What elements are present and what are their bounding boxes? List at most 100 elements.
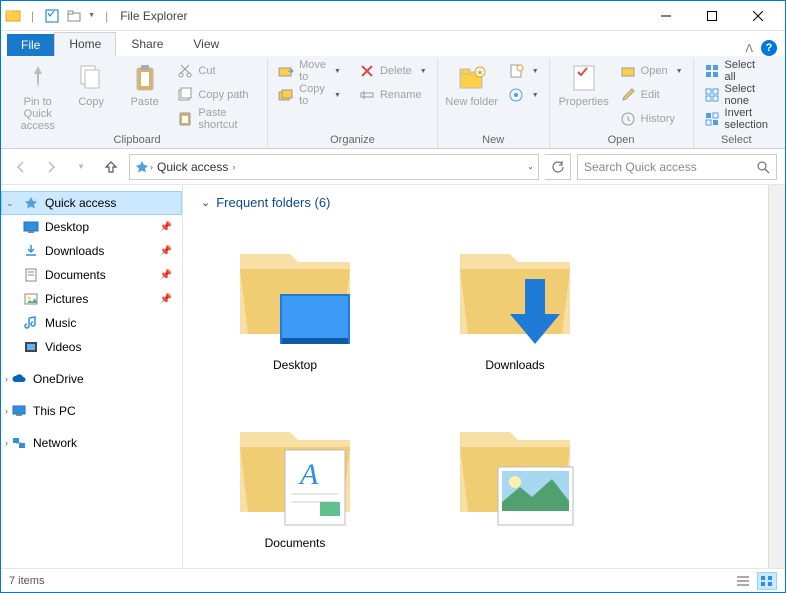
invert-selection-button[interactable]: Invert selection xyxy=(700,108,773,130)
folder-tile-downloads[interactable]: Downloads xyxy=(435,224,595,372)
sidebar-item-pictures[interactable]: Pictures📌 xyxy=(1,287,182,311)
svg-text:★: ★ xyxy=(476,68,483,77)
pin-to-quick-access-button[interactable]: Pin to Quick access xyxy=(13,58,62,132)
group-select: Select all Select none Invert selection … xyxy=(694,58,779,148)
folder-tile-documents[interactable]: A Documents xyxy=(215,402,375,550)
refresh-button[interactable] xyxy=(545,154,571,180)
quick-access-icon xyxy=(134,159,150,175)
quick-access-toolbar: | ▼ | xyxy=(5,8,112,24)
sidebar-item-downloads[interactable]: Downloads📌 xyxy=(1,239,182,263)
group-clipboard: Pin to Quick access Copy Paste Cut Copy … xyxy=(7,58,268,148)
folder-pictures-icon xyxy=(450,402,580,532)
downloads-icon xyxy=(23,243,39,259)
chevron-down-icon: ▼ xyxy=(532,68,539,75)
move-to-button[interactable]: Move to▼ xyxy=(274,60,345,82)
chevron-right-icon[interactable]: › xyxy=(5,406,8,416)
file-tab[interactable]: File xyxy=(7,34,54,56)
collapse-ribbon-icon[interactable]: ᐱ xyxy=(745,42,753,55)
sidebar-item-quick-access[interactable]: ⌄ Quick access xyxy=(1,191,182,215)
cut-button[interactable]: Cut xyxy=(173,60,261,82)
select-none-button[interactable]: Select none xyxy=(700,84,773,106)
chevron-down-icon[interactable]: ⌄ xyxy=(201,196,210,209)
pin-icon: 📌 xyxy=(160,222,172,233)
tab-view[interactable]: View xyxy=(178,32,234,56)
group-open: Properties Open▼ Edit History Open xyxy=(550,58,694,148)
pictures-icon xyxy=(23,291,39,307)
window-title: File Explorer xyxy=(120,9,187,23)
breadcrumb-quick-access[interactable]: Quick access xyxy=(153,160,232,174)
up-button[interactable] xyxy=(99,155,123,179)
chevron-right-icon[interactable]: › xyxy=(5,374,8,384)
ribbon: Pin to Quick access Copy Paste Cut Copy … xyxy=(1,56,785,149)
navigation-bar: ▼ › Quick access › ⌄ Search Quick access xyxy=(1,149,785,185)
history-button[interactable]: History xyxy=(616,108,687,130)
onedrive-icon xyxy=(11,371,27,387)
sidebar-item-desktop[interactable]: Desktop📌 xyxy=(1,215,182,239)
minimize-button[interactable] xyxy=(643,1,689,31)
folder-tile-pictures[interactable] xyxy=(435,402,595,550)
paste-button[interactable]: Paste xyxy=(120,58,169,108)
address-bar[interactable]: › Quick access › ⌄ xyxy=(129,154,539,180)
qat-newfolder-icon[interactable] xyxy=(66,8,82,24)
sidebar-item-this-pc[interactable]: ›This PC xyxy=(1,399,182,423)
paste-shortcut-button[interactable]: Paste shortcut xyxy=(173,108,261,130)
search-icon[interactable] xyxy=(756,160,770,174)
folder-downloads-icon xyxy=(450,224,580,354)
sidebar-item-documents[interactable]: Documents📌 xyxy=(1,263,182,287)
folder-desktop-icon xyxy=(230,224,360,354)
desktop-icon xyxy=(23,219,39,235)
copy-to-button[interactable]: Copy to▼ xyxy=(274,84,345,106)
section-title: Frequent folders (6) xyxy=(216,195,330,210)
sidebar-item-onedrive[interactable]: ›OneDrive xyxy=(1,367,182,391)
main-view[interactable]: ⌄ Frequent folders (6) Desktop Downloads… xyxy=(183,185,768,568)
recent-locations-button[interactable]: ▼ xyxy=(69,155,93,179)
folder-documents-icon: A xyxy=(230,402,360,532)
chevron-down-icon[interactable]: ⌄ xyxy=(6,198,14,209)
status-item-count: 7 items xyxy=(9,575,44,587)
icons-view-button[interactable] xyxy=(757,572,777,590)
chevron-right-icon[interactable]: › xyxy=(5,438,8,448)
qat-dropdown-icon[interactable]: ▼ xyxy=(88,12,95,19)
group-organize: Move to▼ Copy to▼ Delete▼ Rename Organiz… xyxy=(268,58,438,148)
chevron-down-icon: ▼ xyxy=(420,68,427,75)
easy-access-button[interactable]: ▼ xyxy=(504,84,543,106)
title-bar: | ▼ | File Explorer xyxy=(1,1,785,31)
maximize-button[interactable] xyxy=(689,1,735,31)
edit-button[interactable]: Edit xyxy=(616,84,687,106)
open-button[interactable]: Open▼ xyxy=(616,60,687,82)
tab-share[interactable]: Share xyxy=(116,32,178,56)
properties-button[interactable]: Properties xyxy=(556,58,612,108)
sidebar-item-music[interactable]: Music xyxy=(1,311,182,335)
delete-button[interactable]: Delete▼ xyxy=(355,60,431,82)
copy-button[interactable]: Copy xyxy=(66,58,115,108)
search-input[interactable]: Search Quick access xyxy=(577,154,777,180)
close-button[interactable] xyxy=(735,1,781,31)
copy-path-button[interactable]: Copy path xyxy=(173,84,261,106)
chevron-right-icon[interactable]: › xyxy=(232,162,235,172)
chevron-down-icon: ▼ xyxy=(334,68,341,75)
content-area: ⌄ Quick access Desktop📌 Downloads📌 Docum… xyxy=(1,185,785,568)
section-header[interactable]: ⌄ Frequent folders (6) xyxy=(201,195,750,210)
rename-button[interactable]: Rename xyxy=(355,84,431,106)
qat-properties-icon[interactable] xyxy=(44,8,60,24)
forward-button[interactable] xyxy=(39,155,63,179)
vertical-scrollbar[interactable] xyxy=(768,185,785,568)
videos-icon xyxy=(23,339,39,355)
details-view-button[interactable] xyxy=(733,572,753,590)
sidebar-item-videos[interactable]: Videos xyxy=(1,335,182,359)
chevron-down-icon: ▼ xyxy=(532,92,539,99)
address-dropdown-icon[interactable]: ⌄ xyxy=(527,162,534,171)
app-icon xyxy=(5,8,21,24)
sidebar-item-network[interactable]: ›Network xyxy=(1,431,182,455)
new-item-button[interactable]: ▼ xyxy=(504,60,543,82)
network-icon xyxy=(11,435,27,451)
music-icon xyxy=(23,315,39,331)
chevron-down-icon: ▼ xyxy=(334,92,341,99)
back-button[interactable] xyxy=(9,155,33,179)
folder-tile-desktop[interactable]: Desktop xyxy=(215,224,375,372)
pin-icon: 📌 xyxy=(160,270,172,281)
select-all-button[interactable]: Select all xyxy=(700,60,773,82)
help-icon[interactable]: ? xyxy=(761,40,777,56)
new-folder-button[interactable]: ★ New folder xyxy=(444,58,500,108)
tab-home[interactable]: Home xyxy=(54,32,116,56)
